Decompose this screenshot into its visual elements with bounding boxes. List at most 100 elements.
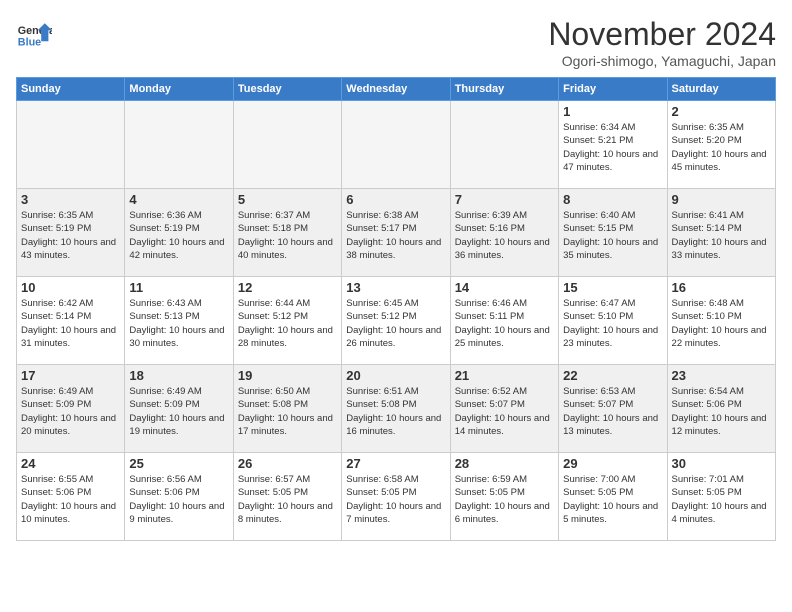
calendar-day-14: 14 Sunrise: 6:46 AMSunset: 5:11 PMDayligh… (450, 277, 558, 365)
day-info: Sunrise: 7:00 AMSunset: 5:05 PMDaylight:… (563, 473, 662, 526)
day-info: Sunrise: 6:54 AMSunset: 5:06 PMDaylight:… (672, 385, 771, 438)
day-info: Sunrise: 6:53 AMSunset: 5:07 PMDaylight:… (563, 385, 662, 438)
calendar-empty-cell (342, 101, 450, 189)
day-number: 14 (455, 280, 554, 295)
calendar-week-row: 24 Sunrise: 6:55 AMSunset: 5:06 PMDayligh… (17, 453, 776, 541)
day-info: Sunrise: 6:39 AMSunset: 5:16 PMDaylight:… (455, 209, 554, 262)
day-number: 5 (238, 192, 337, 207)
day-number: 7 (455, 192, 554, 207)
calendar-week-row: 1 Sunrise: 6:34 AMSunset: 5:21 PMDaylight… (17, 101, 776, 189)
calendar-day-1: 1 Sunrise: 6:34 AMSunset: 5:21 PMDaylight… (559, 101, 667, 189)
day-number: 16 (672, 280, 771, 295)
calendar-day-21: 21 Sunrise: 6:52 AMSunset: 5:07 PMDayligh… (450, 365, 558, 453)
calendar-empty-cell (125, 101, 233, 189)
weekday-header-wednesday: Wednesday (342, 78, 450, 101)
day-info: Sunrise: 6:50 AMSunset: 5:08 PMDaylight:… (238, 385, 337, 438)
day-info: Sunrise: 6:47 AMSunset: 5:10 PMDaylight:… (563, 297, 662, 350)
day-number: 13 (346, 280, 445, 295)
weekday-header-saturday: Saturday (667, 78, 775, 101)
day-info: Sunrise: 6:34 AMSunset: 5:21 PMDaylight:… (563, 121, 662, 174)
calendar-day-4: 4Sunrise: 6:36 AMSunset: 5:19 PMDaylight… (125, 189, 233, 277)
day-info: Sunrise: 6:58 AMSunset: 5:05 PMDaylight:… (346, 473, 445, 526)
day-number: 9 (672, 192, 771, 207)
logo: General Blue (16, 16, 52, 52)
day-number: 24 (21, 456, 120, 471)
calendar-day-10: 10 Sunrise: 6:42 AMSunset: 5:14 PMDayligh… (17, 277, 125, 365)
title-block: November 2024 Ogori-shimogo, Yamaguchi, … (548, 16, 776, 69)
day-number: 28 (455, 456, 554, 471)
day-number: 18 (129, 368, 228, 383)
day-info: Sunrise: 6:37 AMSunset: 5:18 PMDaylight:… (238, 209, 337, 262)
calendar-header-row: SundayMondayTuesdayWednesdayThursdayFrid… (17, 78, 776, 101)
calendar-day-29: 29 Sunrise: 7:00 AMSunset: 5:05 PMDayligh… (559, 453, 667, 541)
day-number: 6 (346, 192, 445, 207)
day-info: Sunrise: 6:48 AMSunset: 5:10 PMDaylight:… (672, 297, 771, 350)
calendar-day-8: 8 Sunrise: 6:40 AMSunset: 5:15 PMDaylight… (559, 189, 667, 277)
day-number: 12 (238, 280, 337, 295)
calendar-day-17: 17 Sunrise: 6:49 AMSunset: 5:09 PMDayligh… (17, 365, 125, 453)
day-number: 8 (563, 192, 662, 207)
calendar-day-6: 6 Sunrise: 6:38 AMSunset: 5:17 PMDaylight… (342, 189, 450, 277)
day-info: Sunrise: 6:49 AMSunset: 5:09 PMDaylight:… (129, 385, 228, 438)
day-info: Sunrise: 6:52 AMSunset: 5:07 PMDaylight:… (455, 385, 554, 438)
calendar-day-25: 25 Sunrise: 6:56 AMSunset: 5:06 PMDayligh… (125, 453, 233, 541)
day-number: 10 (21, 280, 120, 295)
day-number: 17 (21, 368, 120, 383)
day-info: Sunrise: 6:38 AMSunset: 5:17 PMDaylight:… (346, 209, 445, 262)
calendar-day-20: 20Sunrise: 6:51 AMSunset: 5:08 PMDayligh… (342, 365, 450, 453)
day-number: 15 (563, 280, 662, 295)
svg-text:Blue: Blue (18, 37, 41, 49)
day-info: Sunrise: 6:49 AMSunset: 5:09 PMDaylight:… (21, 385, 120, 438)
day-info: Sunrise: 6:46 AMSunset: 5:11 PMDaylight:… (455, 297, 554, 350)
calendar-day-27: 27Sunrise: 6:58 AMSunset: 5:05 PMDayligh… (342, 453, 450, 541)
day-info: Sunrise: 7:01 AMSunset: 5:05 PMDaylight:… (672, 473, 771, 526)
calendar-week-row: 3 Sunrise: 6:35 AMSunset: 5:19 PMDaylight… (17, 189, 776, 277)
day-number: 2 (672, 104, 771, 119)
day-number: 3 (21, 192, 120, 207)
day-info: Sunrise: 6:36 AMSunset: 5:19 PMDaylight:… (129, 209, 228, 262)
day-number: 25 (129, 456, 228, 471)
calendar-day-28: 28 Sunrise: 6:59 AMSunset: 5:05 PMDayligh… (450, 453, 558, 541)
month-title: November 2024 (548, 16, 776, 53)
day-number: 22 (563, 368, 662, 383)
day-number: 23 (672, 368, 771, 383)
day-info: Sunrise: 6:35 AMSunset: 5:20 PMDaylight:… (672, 121, 771, 174)
day-info: Sunrise: 6:45 AMSunset: 5:12 PMDaylight:… (346, 297, 445, 350)
page-header: General Blue November 2024 Ogori-shimogo… (16, 16, 776, 69)
weekday-header-sunday: Sunday (17, 78, 125, 101)
day-info: Sunrise: 6:42 AMSunset: 5:14 PMDaylight:… (21, 297, 120, 350)
day-number: 1 (563, 104, 662, 119)
calendar-empty-cell (233, 101, 341, 189)
logo-icon: General Blue (16, 16, 52, 52)
calendar-day-15: 15 Sunrise: 6:47 AMSunset: 5:10 PMDayligh… (559, 277, 667, 365)
calendar-day-16: 16 Sunrise: 6:48 AMSunset: 5:10 PMDayligh… (667, 277, 775, 365)
weekday-header-friday: Friday (559, 78, 667, 101)
calendar-day-24: 24 Sunrise: 6:55 AMSunset: 5:06 PMDayligh… (17, 453, 125, 541)
calendar-day-12: 12Sunrise: 6:44 AMSunset: 5:12 PMDayligh… (233, 277, 341, 365)
calendar-day-3: 3 Sunrise: 6:35 AMSunset: 5:19 PMDaylight… (17, 189, 125, 277)
calendar-table: SundayMondayTuesdayWednesdayThursdayFrid… (16, 77, 776, 541)
calendar-day-26: 26 Sunrise: 6:57 AMSunset: 5:05 PMDayligh… (233, 453, 341, 541)
day-info: Sunrise: 6:57 AMSunset: 5:05 PMDaylight:… (238, 473, 337, 526)
day-number: 26 (238, 456, 337, 471)
day-info: Sunrise: 6:43 AMSunset: 5:13 PMDaylight:… (129, 297, 228, 350)
calendar-day-13: 13 Sunrise: 6:45 AMSunset: 5:12 PMDayligh… (342, 277, 450, 365)
day-info: Sunrise: 6:35 AMSunset: 5:19 PMDaylight:… (21, 209, 120, 262)
calendar-day-23: 23 Sunrise: 6:54 AMSunset: 5:06 PMDayligh… (667, 365, 775, 453)
weekday-header-tuesday: Tuesday (233, 78, 341, 101)
calendar-day-5: 5 Sunrise: 6:37 AMSunset: 5:18 PMDaylight… (233, 189, 341, 277)
calendar-day-30: 30Sunrise: 7:01 AMSunset: 5:05 PMDayligh… (667, 453, 775, 541)
calendar-day-18: 18 Sunrise: 6:49 AMSunset: 5:09 PMDayligh… (125, 365, 233, 453)
day-info: Sunrise: 6:40 AMSunset: 5:15 PMDaylight:… (563, 209, 662, 262)
day-number: 21 (455, 368, 554, 383)
day-number: 20 (346, 368, 445, 383)
day-info: Sunrise: 6:56 AMSunset: 5:06 PMDaylight:… (129, 473, 228, 526)
weekday-header-monday: Monday (125, 78, 233, 101)
day-number: 11 (129, 280, 228, 295)
day-info: Sunrise: 6:59 AMSunset: 5:05 PMDaylight:… (455, 473, 554, 526)
day-info: Sunrise: 6:55 AMSunset: 5:06 PMDaylight:… (21, 473, 120, 526)
calendar-empty-cell (450, 101, 558, 189)
calendar-day-9: 9Sunrise: 6:41 AMSunset: 5:14 PMDaylight… (667, 189, 775, 277)
day-number: 29 (563, 456, 662, 471)
calendar-week-row: 17 Sunrise: 6:49 AMSunset: 5:09 PMDayligh… (17, 365, 776, 453)
